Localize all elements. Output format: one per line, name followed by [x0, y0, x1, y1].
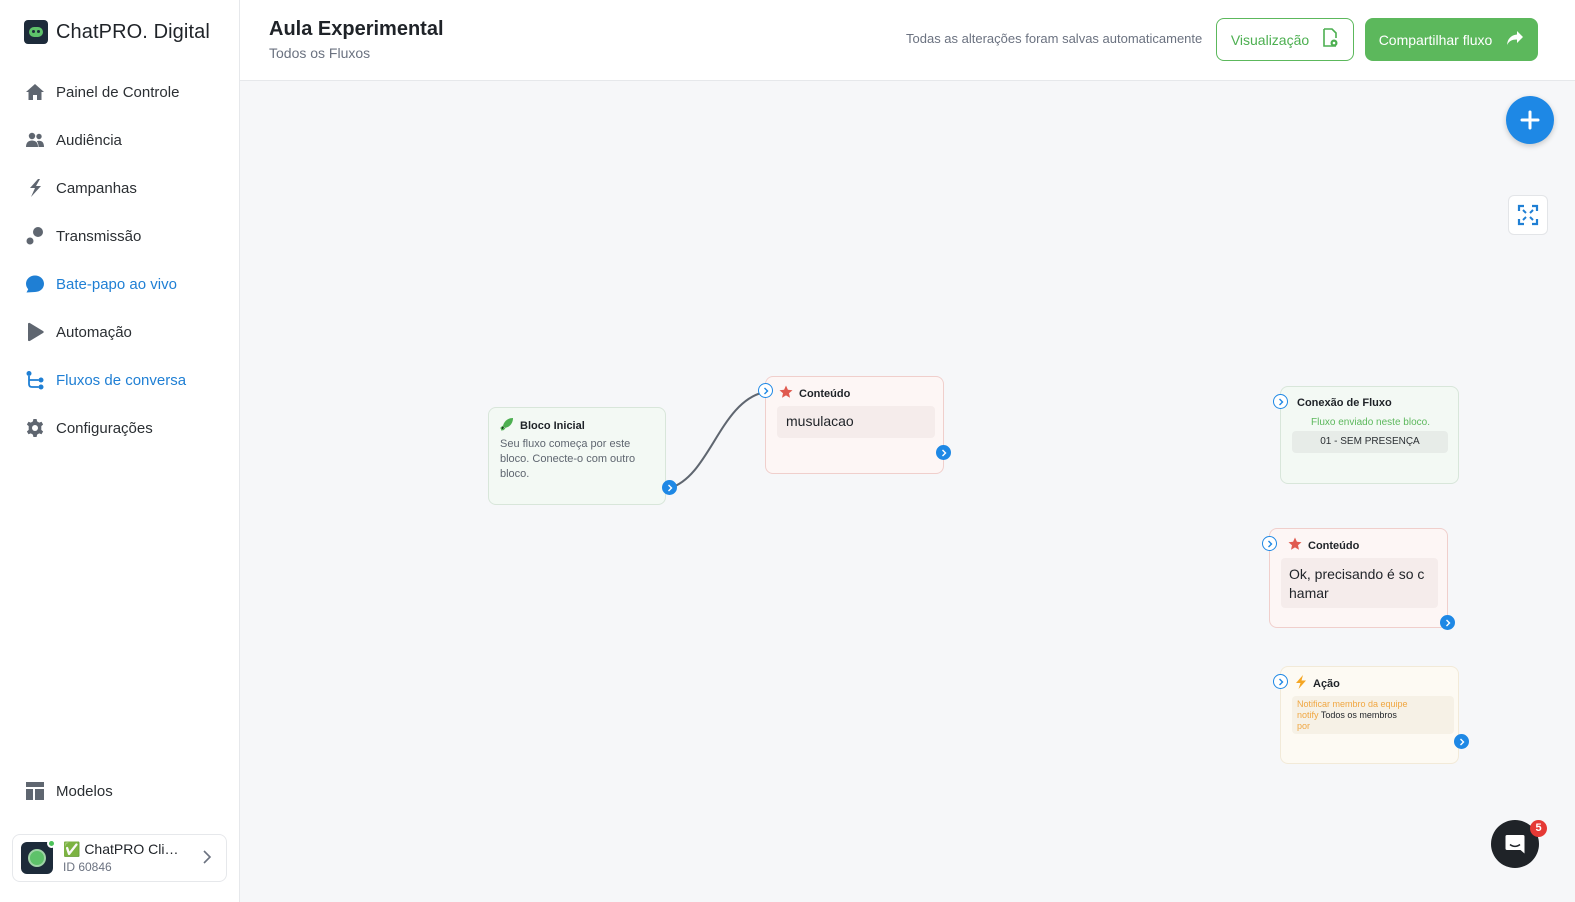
preview-button[interactable]: Visualização — [1216, 18, 1354, 61]
sidebar-item-audience[interactable]: Audiência — [0, 116, 240, 164]
sidebar-item-label: Painel de Controle — [56, 83, 180, 101]
expand-icon — [1517, 204, 1539, 226]
preview-label: Visualização — [1230, 31, 1310, 48]
add-block-button[interactable] — [1506, 96, 1554, 144]
share-icon — [1506, 30, 1524, 49]
users-icon — [25, 130, 45, 150]
chevron-right-icon — [202, 850, 212, 869]
preview-icon — [1321, 28, 1339, 51]
start-block-description: Seu fluxo começa por este bloco. Conecte… — [500, 438, 636, 480]
rocket-icon — [500, 417, 514, 434]
flow-target: 01 - SEM PRESENÇA — [1292, 431, 1448, 453]
brand[interactable]: ChatPRO. Digital — [24, 20, 210, 44]
lightning-icon — [1295, 675, 1307, 692]
content-block-title: Conteúdo — [1308, 539, 1360, 552]
content-block[interactable]: Conteúdo musulacao — [758, 376, 951, 474]
account-switcher[interactable]: ✅ ChatPRO Clie... ID 60846 — [12, 834, 227, 882]
autosave-status: Todas as alterações foram salvas automat… — [906, 31, 1203, 46]
fit-view-button[interactable] — [1508, 195, 1548, 235]
broadcast-icon — [25, 226, 45, 246]
sidebar-item-label: Configurações — [56, 419, 153, 437]
sidebar-item-broadcast[interactable]: Transmissão — [0, 212, 240, 260]
star-icon — [1288, 537, 1302, 554]
input-port[interactable] — [1273, 674, 1288, 689]
connector-start-content1 — [669, 391, 766, 489]
star-icon — [779, 385, 793, 402]
flow-icon — [25, 370, 45, 390]
action-block[interactable]: Ação Notificar membro da equipe notify T… — [1273, 666, 1469, 764]
online-status-dot — [47, 839, 56, 848]
sidebar-item-dashboard[interactable]: Painel de Controle — [0, 68, 240, 116]
content-block-title: Conteúdo — [799, 387, 851, 400]
start-block[interactable]: Bloco Inicial Seu fluxo começa por este … — [488, 407, 677, 505]
sidebar-item-settings[interactable]: Configurações — [0, 404, 240, 452]
input-port[interactable] — [758, 383, 773, 398]
flow-connection-title: Conexão de Fluxo — [1297, 397, 1392, 409]
sidebar-item-templates[interactable]: Modelos — [0, 767, 240, 815]
brand-logo-icon — [24, 20, 48, 44]
sidebar: ChatPRO. Digital Painel de Controle Audi… — [0, 0, 240, 902]
action-details: Notificar membro da equipe notify Todos … — [1292, 696, 1454, 734]
output-port[interactable] — [1440, 615, 1455, 630]
avatar — [21, 839, 56, 874]
sidebar-item-campaigns[interactable]: Campanhas — [0, 164, 240, 212]
sidebar-item-live-chat[interactable]: Bate-papo ao vivo — [0, 260, 240, 308]
account-id: ID 60846 — [63, 860, 112, 875]
chat-bubble-icon — [25, 274, 45, 294]
flow-canvas[interactable]: Bloco Inicial Seu fluxo começa por este … — [240, 81, 1575, 902]
sidebar-item-automation[interactable]: Automação — [0, 308, 240, 356]
input-port[interactable] — [1262, 536, 1277, 551]
flow-connection-block[interactable]: Conexão de Fluxo Fluxo enviado neste blo… — [1273, 386, 1459, 484]
action-notify-value: Todos os membros — [1320, 710, 1397, 720]
sidebar-item-label: Fluxos de conversa — [56, 371, 187, 389]
home-icon — [25, 82, 45, 102]
sidebar-item-label: Bate-papo ao vivo — [56, 275, 177, 293]
output-port[interactable] — [1454, 734, 1469, 749]
action-line-3: por — [1297, 721, 1311, 731]
chat-icon — [1505, 835, 1525, 854]
notification-badge: 5 — [1530, 820, 1547, 837]
output-port[interactable] — [936, 445, 951, 460]
play-icon — [25, 322, 45, 342]
connection-lines — [669, 391, 766, 489]
flow-connection-subtitle: Fluxo enviado neste bloco. — [1311, 417, 1430, 428]
main-nav: Painel de Controle Audiência Campanhas T… — [0, 68, 240, 452]
nav-bottom: Modelos — [0, 767, 240, 815]
sidebar-item-label: Transmissão — [56, 227, 142, 245]
sidebar-item-flows[interactable]: Fluxos de conversa — [0, 356, 240, 404]
plus-icon — [1520, 110, 1540, 130]
page-title: Aula Experimental — [269, 18, 444, 40]
campaign-icon — [25, 178, 45, 198]
share-flow-button[interactable]: Compartilhar fluxo — [1365, 18, 1538, 61]
action-notify-key: notify — [1297, 710, 1319, 720]
sidebar-item-label: Automação — [56, 323, 132, 341]
gear-icon — [25, 418, 45, 438]
content-block[interactable]: Conteúdo Ok, precisando é so chamar — [1262, 528, 1455, 630]
brand-name: ChatPRO. Digital — [56, 20, 210, 43]
output-port[interactable] — [662, 480, 677, 495]
breadcrumb[interactable]: Todos os Fluxos — [269, 45, 370, 61]
sidebar-item-label: Modelos — [56, 782, 113, 800]
action-line-1: Notificar membro da equipe — [1297, 699, 1408, 709]
templates-icon — [25, 781, 45, 801]
start-block-title: Bloco Inicial — [520, 419, 585, 432]
action-block-title: Ação — [1313, 677, 1340, 690]
share-label: Compartilhar fluxo — [1378, 31, 1493, 48]
sidebar-item-label: Campanhas — [56, 179, 137, 197]
sidebar-item-label: Audiência — [56, 131, 122, 149]
content-message: musulacao — [777, 406, 935, 438]
account-name: ✅ ChatPRO Clie... — [63, 841, 183, 858]
input-port[interactable] — [1273, 394, 1288, 409]
content-message: Ok, precisando é so chamar — [1281, 558, 1438, 608]
header: Aula Experimental Todos os Fluxos Todas … — [240, 0, 1575, 81]
